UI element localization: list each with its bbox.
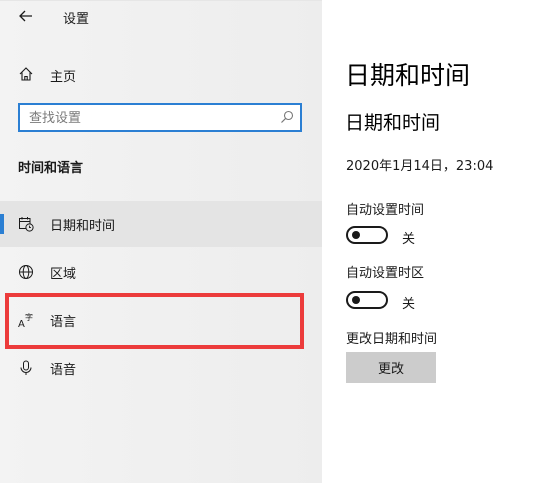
auto-time-label: 自动设置时间 xyxy=(346,203,425,218)
divider xyxy=(0,0,322,1)
auto-timezone-toggle[interactable] xyxy=(346,291,388,309)
auto-time-toggle[interactable] xyxy=(346,226,388,244)
change-datetime-label: 更改日期和时间 xyxy=(346,332,438,347)
back-arrow-icon xyxy=(19,10,32,22)
section-title: 日期和时间 xyxy=(345,112,441,134)
sidebar-item-speech[interactable]: 语音 xyxy=(0,345,322,391)
search-icon[interactable] xyxy=(280,110,294,124)
calendar-clock-icon xyxy=(19,217,34,232)
sidebar-item-label: 主页 xyxy=(50,70,77,85)
search-box[interactable] xyxy=(18,103,302,132)
sidebar-item-date-time[interactable]: 日期和时间 xyxy=(0,201,322,247)
home-icon xyxy=(19,67,33,81)
microphone-icon xyxy=(20,360,32,375)
page-title: 日期和时间 xyxy=(345,61,471,90)
sidebar-item-label: 区域 xyxy=(50,267,77,282)
window-title: 设置 xyxy=(63,12,90,27)
section-heading: 时间和语言 xyxy=(18,161,84,176)
auto-timezone-label: 自动设置时区 xyxy=(346,266,425,281)
globe-icon xyxy=(19,265,33,279)
sidebar-item-region[interactable]: 区域 xyxy=(0,249,322,295)
selected-indicator xyxy=(0,214,4,234)
current-datetime: 2020年1月14日，23:04 xyxy=(346,159,494,174)
sidebar-item-home[interactable]: 主页 xyxy=(0,60,322,88)
toggle-knob xyxy=(352,231,360,239)
toggle-knob xyxy=(352,296,360,304)
back-button[interactable] xyxy=(13,4,39,28)
sidebar-item-label: 语音 xyxy=(50,363,77,378)
search-input[interactable] xyxy=(29,109,269,127)
highlight-annotation xyxy=(5,293,304,349)
sidebar-item-label: 日期和时间 xyxy=(50,219,116,234)
change-button[interactable]: 更改 xyxy=(346,352,436,383)
auto-timezone-state: 关 xyxy=(402,297,416,312)
auto-time-state: 关 xyxy=(402,232,416,247)
sidebar: 设置 主页 时间和语言 日期和时间 区域 A xyxy=(0,0,322,483)
